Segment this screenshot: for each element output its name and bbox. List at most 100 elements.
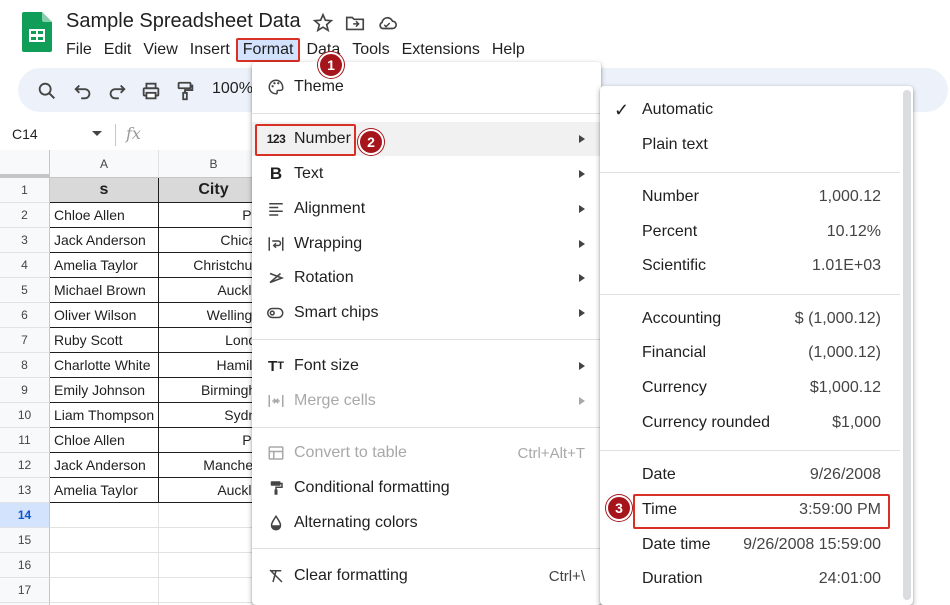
table-cell-name[interactable]: Jack Anderson xyxy=(50,228,159,253)
header-cell[interactable]: s xyxy=(50,178,159,203)
callout-badge: 2 xyxy=(358,129,384,155)
menu-item-label: Scientific xyxy=(642,257,707,274)
table-cell-name[interactable]: Michael Brown xyxy=(50,278,159,303)
redo-icon[interactable] xyxy=(106,80,128,102)
menu-view[interactable]: View xyxy=(137,38,183,62)
number-format-number[interactable]: Number 1,000.12 xyxy=(600,181,913,215)
submenu-arrow-icon xyxy=(579,309,585,317)
row-header[interactable]: 15 xyxy=(0,528,50,553)
row-header[interactable]: 5 xyxy=(0,278,50,303)
chevron-down-icon[interactable] xyxy=(92,131,102,136)
table-cell-name[interactable]: Emily Johnson xyxy=(50,378,159,403)
table-cell-name[interactable]: Amelia Taylor xyxy=(50,253,159,278)
number-format-duration[interactable]: Duration 24:01:00 xyxy=(600,563,913,597)
name-box[interactable]: C14 xyxy=(12,126,38,142)
menu-item-alignment[interactable]: Alignment xyxy=(252,192,601,226)
print-icon[interactable] xyxy=(140,80,162,102)
menu-help[interactable]: Help xyxy=(486,38,531,62)
cloud-status-icon[interactable] xyxy=(376,12,398,34)
menu-extensions[interactable]: Extensions xyxy=(396,38,486,62)
menu-item-theme[interactable]: Theme xyxy=(252,70,601,104)
row-header[interactable]: 13 xyxy=(0,478,50,503)
menu-item-label: Automatic xyxy=(642,101,714,118)
format-example-value: $1,000.12 xyxy=(809,379,881,396)
row-header[interactable]: 8 xyxy=(0,353,50,378)
menu-item-merge-cells[interactable]: Merge cells xyxy=(252,384,601,418)
row-header[interactable]: 4 xyxy=(0,253,50,278)
menu-item-alternating-colors[interactable]: Alternating colors xyxy=(252,506,601,540)
menu-item-text[interactable]: B Text xyxy=(252,157,601,191)
row-header[interactable]: 3 xyxy=(0,228,50,253)
menu-item-label: Accounting xyxy=(642,310,722,327)
menu-edit[interactable]: Edit xyxy=(98,38,138,62)
table-cell-name[interactable]: Liam Thompson xyxy=(50,403,159,428)
row-header[interactable]: 7 xyxy=(0,328,50,353)
menu-item-wrapping[interactable]: Wrapping xyxy=(252,227,601,261)
table-cell-name[interactable]: Oliver Wilson xyxy=(50,303,159,328)
menu-item-label: Duration xyxy=(642,570,703,587)
document-title[interactable]: Sample Spreadsheet Data xyxy=(66,10,301,33)
table-cell-name[interactable]: Ruby Scott xyxy=(50,328,159,353)
menu-item-clear-formatting[interactable]: Clear formatting Ctrl+\ xyxy=(252,559,601,593)
menu-item-font-size[interactable]: TT Font size xyxy=(252,349,601,383)
move-folder-icon[interactable] xyxy=(344,12,366,34)
row-header[interactable]: 16 xyxy=(0,553,50,578)
menu-item-label: Font size xyxy=(294,357,359,374)
menu-bar: File Edit View Insert Format Data Tools … xyxy=(60,38,531,62)
number-format-accounting[interactable]: Accounting $ (1,000.12) xyxy=(600,303,913,337)
menu-item-rotation[interactable]: Rotation xyxy=(252,261,601,295)
menu-tools[interactable]: Tools xyxy=(346,38,395,62)
row-header[interactable]: 6 xyxy=(0,303,50,328)
number-format-currency[interactable]: Currency $1,000.12 xyxy=(600,372,913,406)
number-format-plain-text[interactable]: Plain text xyxy=(600,129,913,163)
star-icon[interactable] xyxy=(312,12,334,34)
menu-divider xyxy=(252,113,601,114)
menu-divider xyxy=(600,450,900,451)
number-format-currency-rounded[interactable]: Currency rounded $1,000 xyxy=(600,407,913,441)
search-menus-icon[interactable] xyxy=(36,80,58,102)
sheets-logo-icon[interactable] xyxy=(22,12,52,52)
row-header[interactable]: 9 xyxy=(0,378,50,403)
empty-cell[interactable] xyxy=(50,528,159,553)
menu-item-label: Rotation xyxy=(294,269,354,286)
format-example-value: 9/26/2008 15:59:00 xyxy=(743,536,881,553)
number-format-date[interactable]: Date 9/26/2008 xyxy=(600,459,913,493)
menu-item-conditional-formatting[interactable]: Conditional formatting xyxy=(252,471,601,505)
menu-item-smart-chips[interactable]: Smart chips xyxy=(252,296,601,330)
row-header[interactable]: 14 xyxy=(0,503,50,528)
table-cell-name[interactable]: Chloe Allen xyxy=(50,428,159,453)
callout-badge: 1 xyxy=(318,52,344,78)
menu-divider xyxy=(252,427,601,428)
table-cell-name[interactable]: Amelia Taylor xyxy=(50,478,159,503)
empty-cell[interactable] xyxy=(50,578,159,603)
number-format-scientific[interactable]: Scientific 1.01E+03 xyxy=(600,250,913,284)
table-cell-name[interactable]: Charlotte White xyxy=(50,353,159,378)
table-cell-name[interactable]: Jack Anderson xyxy=(50,453,159,478)
select-all-corner[interactable] xyxy=(0,150,50,178)
row-header[interactable]: 2 xyxy=(0,203,50,228)
paint-format-icon[interactable] xyxy=(174,80,196,102)
menu-item-label: Theme xyxy=(294,78,344,95)
row-header[interactable]: 10 xyxy=(0,403,50,428)
column-header-a[interactable]: A xyxy=(50,150,159,178)
number-format-date-time[interactable]: Date time 9/26/2008 15:59:00 xyxy=(600,529,913,563)
sheet-grid: A B 1sCity2Chloe AllenPer3Jack AndersonC… xyxy=(0,150,269,605)
number-format-percent[interactable]: Percent 10.12% xyxy=(600,216,913,250)
zoom-select[interactable]: 100% xyxy=(212,80,253,98)
row-header[interactable]: 12 xyxy=(0,453,50,478)
menu-item-convert-to-table[interactable]: Convert to table Ctrl+Alt+T xyxy=(252,436,601,470)
undo-icon[interactable] xyxy=(72,80,94,102)
row-header[interactable]: 11 xyxy=(0,428,50,453)
table-cell-name[interactable]: Chloe Allen xyxy=(50,203,159,228)
smart-chip-icon xyxy=(266,303,286,323)
menu-insert[interactable]: Insert xyxy=(184,38,236,62)
menu-file[interactable]: File xyxy=(60,38,98,62)
number-format-automatic[interactable]: ✓ Automatic xyxy=(600,94,913,128)
row-header[interactable]: 1 xyxy=(0,178,50,203)
row-header[interactable]: 17 xyxy=(0,578,50,603)
submenu-arrow-icon xyxy=(579,240,585,248)
empty-cell[interactable] xyxy=(50,503,159,528)
number-format-financial[interactable]: Financial (1,000.12) xyxy=(600,337,913,371)
menu-format[interactable]: Format xyxy=(235,38,301,62)
empty-cell[interactable] xyxy=(50,553,159,578)
